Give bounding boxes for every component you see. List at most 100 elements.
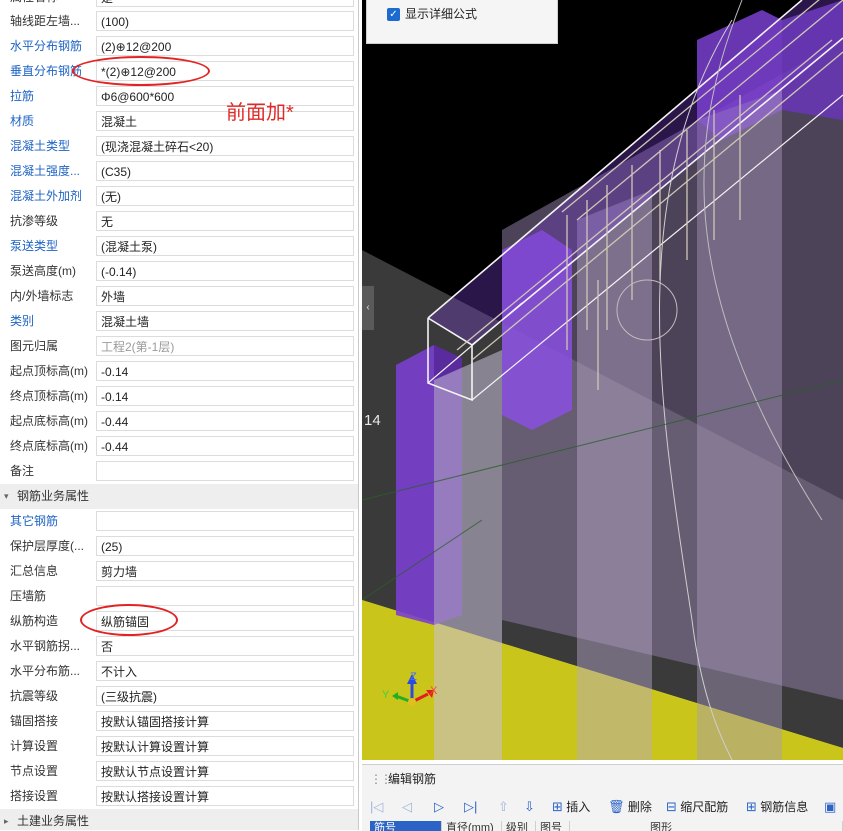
property-row[interactable]: 混凝土强度... (C35) [0, 159, 358, 184]
property-name[interactable]: 材质 [10, 109, 94, 134]
property-row[interactable]: 锚固搭接 按默认锚固搭接计算 [0, 709, 358, 734]
delete-label: 删除 [627, 800, 652, 814]
info-icon: ⊞ [746, 799, 757, 814]
property-value[interactable]: 混凝土墙 [96, 311, 354, 331]
expand-arrow-icon[interactable]: ▸ [4, 809, 9, 830]
property-value[interactable]: (-0.14) [96, 261, 354, 281]
property-name: 水平钢筋拐... [10, 639, 81, 653]
property-value[interactable]: 按默认计算设置计算 [96, 736, 354, 756]
property-value[interactable] [96, 586, 354, 606]
property-value[interactable]: (C35) [96, 161, 354, 181]
property-row[interactable]: 计算设置 按默认计算设置计算 [0, 734, 358, 759]
property-name: 搭接设置 [10, 789, 59, 803]
scale-rebar-button[interactable]: ⊟ 缩尺配筋 [666, 795, 728, 819]
move-down-button[interactable]: ⇩ [524, 795, 535, 819]
property-value[interactable]: -0.44 [96, 411, 354, 431]
property-row[interactable]: 保护层厚度(... (25) [0, 534, 358, 559]
property-value[interactable]: (25) [96, 536, 354, 556]
property-row[interactable]: 其它钢筋 [0, 509, 358, 534]
property-value[interactable]: Φ6@600*600 [96, 86, 354, 106]
property-row[interactable]: 起点底标高(m) -0.44 [0, 409, 358, 434]
property-row[interactable]: 水平分布钢筋 (2)⊕12@200 [0, 34, 358, 59]
property-value[interactable]: -0.14 [96, 386, 354, 406]
insert-button[interactable]: ⊞ 插入 [552, 795, 590, 819]
property-value[interactable]: 外墙 [96, 286, 354, 306]
property-name[interactable]: 混凝土强度... [10, 159, 94, 184]
property-name[interactable]: 类别 [10, 309, 94, 334]
property-row[interactable]: 泵送高度(m) (-0.14) [0, 259, 358, 284]
property-row[interactable]: 轴线距左墙... (100) [0, 9, 358, 34]
property-row[interactable]: 图元归属 工程2(第-1层) [0, 334, 358, 359]
3d-scene: Z X Y [362, 0, 843, 760]
first-record-button[interactable]: |◁ [370, 795, 383, 819]
property-row[interactable]: 纵筋构造 纵筋锚固 [0, 609, 358, 634]
property-row[interactable]: 备注 [0, 459, 358, 484]
property-row[interactable]: 水平钢筋拐... 否 [0, 634, 358, 659]
property-row[interactable]: 水平分布筋... 不计入 [0, 659, 358, 684]
property-name: 备注 [10, 464, 35, 478]
annotation-text: 前面加* [226, 102, 294, 124]
property-value[interactable]: 按默认锚固搭接计算 [96, 711, 354, 731]
property-row[interactable]: 内/外墙标志 外墙 [0, 284, 358, 309]
property-value[interactable]: (2)⊕12@200 [96, 36, 354, 56]
property-row[interactable]: 搭接设置 按默认搭接设置计算 [0, 784, 358, 809]
property-value[interactable]: 工程2(第-1层) [96, 336, 354, 356]
property-row[interactable]: 混凝土外加剂 (无) [0, 184, 358, 209]
property-value[interactable] [96, 511, 354, 531]
delete-button[interactable]: 🗑 删除 [608, 795, 652, 819]
drag-grip-icon[interactable]: ⋮⋮ [370, 769, 392, 789]
property-row[interactable]: 材质 混凝土 [0, 109, 358, 134]
group-civil-attributes[interactable]: ▸ 土建业务属性 [0, 809, 358, 830]
property-name[interactable]: 混凝土类型 [10, 134, 94, 159]
property-row[interactable]: 终点顶标高(m) -0.14 [0, 384, 358, 409]
property-name[interactable]: 拉筋 [10, 84, 94, 109]
property-row[interactable]: 抗震等级 (三级抗震) [0, 684, 358, 709]
property-row[interactable]: 类别 混凝土墙 [0, 309, 358, 334]
collapse-panel-tab[interactable]: ‹ [362, 286, 374, 330]
property-value[interactable]: 否 [96, 636, 354, 656]
property-value[interactable]: (三级抗震) [96, 686, 354, 706]
property-value[interactable]: -0.44 [96, 436, 354, 456]
next-record-button[interactable]: ▷ [434, 795, 444, 819]
rebar-info-button[interactable]: ⊞ 钢筋信息 [746, 795, 808, 819]
rebar-editor-panel: ⋮⋮ 编辑钢筋 |◁ ◁ ▷ ▷| ⇧ ⇩ ⊞ 插入 🗑 删除 ⊟ 缩尺配筋 ⊞… [362, 764, 843, 831]
property-value[interactable]: 按默认节点设置计算 [96, 761, 354, 781]
property-value[interactable]: 按默认搭接设置计算 [96, 786, 354, 806]
property-value[interactable]: -0.14 [96, 361, 354, 381]
property-value[interactable]: (混凝土泵) [96, 236, 354, 256]
collapse-arrow-icon[interactable]: ▾ [4, 484, 9, 509]
property-value[interactable]: 是 [96, 0, 354, 7]
property-row[interactable]: 节点设置 按默认节点设置计算 [0, 759, 358, 784]
property-value[interactable]: 不计入 [96, 661, 354, 681]
more-icon: ▣ [824, 799, 837, 814]
property-name[interactable]: 混凝土外加剂 [10, 184, 94, 209]
more-button[interactable]: ▣ [824, 795, 836, 819]
property-name[interactable]: 泵送类型 [10, 234, 94, 259]
property-value[interactable]: 混凝土 [96, 111, 354, 131]
group-rebar-attributes[interactable]: ▾ 钢筋业务属性 [0, 484, 358, 509]
show-formula-checkbox[interactable]: ✓ [387, 8, 400, 21]
property-row[interactable]: 泵送类型 (混凝土泵) [0, 234, 358, 259]
move-up-button[interactable]: ⇧ [498, 795, 509, 819]
property-value[interactable]: 剪力墙 [96, 561, 354, 581]
property-value[interactable]: 无 [96, 211, 354, 231]
property-name[interactable]: 水平分布钢筋 [10, 34, 94, 59]
property-name[interactable]: 其它钢筋 [10, 509, 94, 534]
3d-viewport[interactable]: Z X Y [362, 0, 843, 760]
property-name: 终点顶标高(m) [10, 389, 88, 403]
property-row[interactable]: 压墙筋 [0, 584, 358, 609]
show-formula-label: 显示详细公式 [405, 7, 478, 21]
property-row[interactable]: 起点顶标高(m) -0.14 [0, 359, 358, 384]
prev-record-button[interactable]: ◁ [402, 795, 412, 819]
property-row[interactable]: 抗渗等级 无 [0, 209, 358, 234]
property-row[interactable]: 拉筋 Φ6@600*600 [0, 84, 358, 109]
property-row[interactable]: 终点底标高(m) -0.44 [0, 434, 358, 459]
last-record-button[interactable]: ▷| [464, 795, 477, 819]
property-panel: 属性名称 是 轴线距左墙...(100)水平分布钢筋(2)⊕12@200垂直分布… [0, 0, 359, 830]
property-value[interactable]: (100) [96, 11, 354, 31]
property-row[interactable]: 汇总信息 剪力墙 [0, 559, 358, 584]
property-value[interactable]: (现浇混凝土碎石<20) [96, 136, 354, 156]
property-row[interactable]: 混凝土类型 (现浇混凝土碎石<20) [0, 134, 358, 159]
property-value[interactable] [96, 461, 354, 481]
property-value[interactable]: (无) [96, 186, 354, 206]
